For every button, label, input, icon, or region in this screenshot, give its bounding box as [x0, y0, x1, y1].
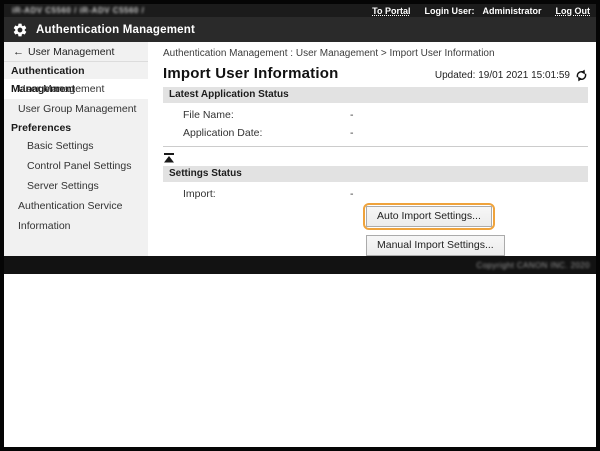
divider: [163, 146, 588, 147]
back-to-top-icon[interactable]: [163, 153, 175, 163]
sidebar-back-link-user-management[interactable]: ← User Management: [4, 42, 148, 62]
login-user: Login User: Administrator: [424, 6, 541, 16]
sidebar-item-user-management[interactable]: User Management: [4, 79, 148, 99]
top-bar: iR-ADV C5560 / iR-ADV C5560 / To Portal …: [4, 4, 596, 17]
file-name-value: -: [350, 109, 354, 121]
sidebar-item-user-group-management[interactable]: User Group Management: [4, 99, 148, 119]
section-header-latest-application-status: Latest Application Status: [163, 87, 588, 103]
import-label: Import:: [163, 188, 350, 200]
file-name-row: File Name: -: [163, 109, 588, 121]
app-bar: Authentication Management: [4, 17, 596, 42]
import-value: -: [350, 188, 354, 200]
device-name-blurred: iR-ADV C5560 / iR-ADV C5560 /: [12, 6, 144, 15]
refresh-icon[interactable]: [575, 69, 588, 82]
application-date-row: Application Date: -: [163, 127, 588, 139]
application-date-value: -: [350, 127, 354, 139]
back-arrow-icon: ←: [13, 46, 24, 58]
sidebar-item-control-panel-settings[interactable]: Control Panel Settings: [4, 156, 148, 176]
login-user-label: Login User:: [424, 6, 474, 16]
copyright-blurred: Copyright CANON INC. 2020: [476, 261, 590, 270]
sidebar-header-authentication-management: Authentication Management: [4, 62, 148, 79]
app-title: Authentication Management: [36, 24, 195, 36]
import-row: Import: -: [163, 188, 588, 200]
sidebar-main-gap: [148, 42, 163, 256]
sidebar-item-basic-settings[interactable]: Basic Settings: [4, 136, 148, 156]
login-user-value: Administrator: [482, 6, 541, 16]
to-portal-link[interactable]: To Portal: [372, 6, 410, 16]
gear-icon: [12, 22, 28, 38]
updated-timestamp: Updated: 19/01 2021 15:01:59: [435, 70, 570, 81]
sidebar-back-label: User Management: [28, 46, 114, 58]
content-region: ← User Management Authentication Manageme…: [4, 42, 596, 256]
file-name-label: File Name:: [163, 109, 350, 121]
sidebar-item-server-settings[interactable]: Server Settings: [4, 176, 148, 196]
section-header-settings-status: Settings Status: [163, 166, 588, 182]
application-date-label: Application Date:: [163, 127, 350, 139]
sidebar: ← User Management Authentication Manageme…: [4, 42, 148, 256]
page-title: Import User Information: [163, 65, 338, 82]
log-out-link[interactable]: Log Out: [556, 6, 591, 16]
bottom-blank-area: [4, 274, 596, 450]
sidebar-header-preferences: Preferences: [4, 119, 148, 136]
manual-import-settings-button[interactable]: Manual Import Settings...: [366, 235, 505, 256]
footer-bar: Copyright CANON INC. 2020: [4, 256, 596, 274]
main-panel: Authentication Management : User Managem…: [163, 42, 596, 256]
sidebar-item-authentication-service-information[interactable]: Authentication Service Information: [4, 196, 148, 216]
remote-ui-window: iR-ADV C5560 / iR-ADV C5560 / To Portal …: [0, 0, 600, 451]
auto-import-settings-button[interactable]: Auto Import Settings...: [366, 206, 492, 227]
breadcrumb: Authentication Management : User Managem…: [163, 48, 588, 59]
highlight-outline: Auto Import Settings...: [363, 203, 495, 230]
